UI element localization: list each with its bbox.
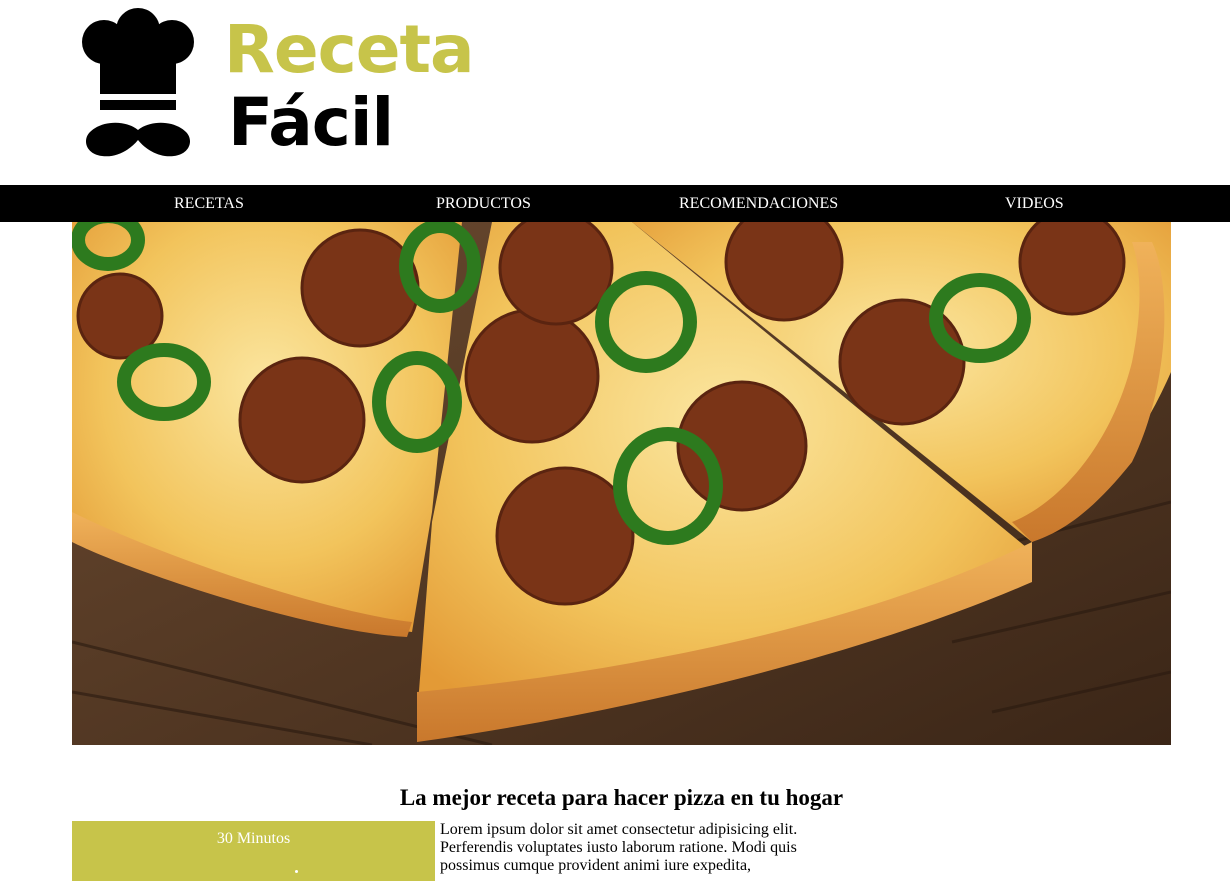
logo-text-receta: Receta bbox=[224, 11, 475, 88]
cook-time-label: 30 Minutos bbox=[216, 830, 291, 847]
nav-item-productos[interactable]: PRODUCTOS bbox=[436, 185, 531, 222]
article-intro-text: Lorem ipsum dolor sit amet consectetur a… bbox=[440, 821, 798, 874]
cook-time-badge: 30 Minutos bbox=[72, 821, 435, 881]
article-title: La mejor receta para hacer pizza en tu h… bbox=[399, 785, 844, 811]
pizza-photo bbox=[72, 222, 1171, 745]
main-nav: RECETAS PRODUCTOS RECOMENDACIONES VIDEOS bbox=[0, 185, 1230, 222]
nav-item-recetas[interactable]: RECETAS bbox=[174, 185, 244, 222]
site-header: Receta Fácil bbox=[0, 0, 1230, 185]
hero-image bbox=[72, 222, 1171, 745]
nav-item-recomendaciones[interactable]: RECOMENDACIONES bbox=[679, 185, 838, 222]
nav-item-videos[interactable]: VIDEOS bbox=[1005, 185, 1064, 222]
badge-dot bbox=[295, 870, 298, 873]
logo-text-facil: Fácil bbox=[228, 84, 394, 161]
chef-hat-mustache-icon bbox=[82, 8, 194, 157]
